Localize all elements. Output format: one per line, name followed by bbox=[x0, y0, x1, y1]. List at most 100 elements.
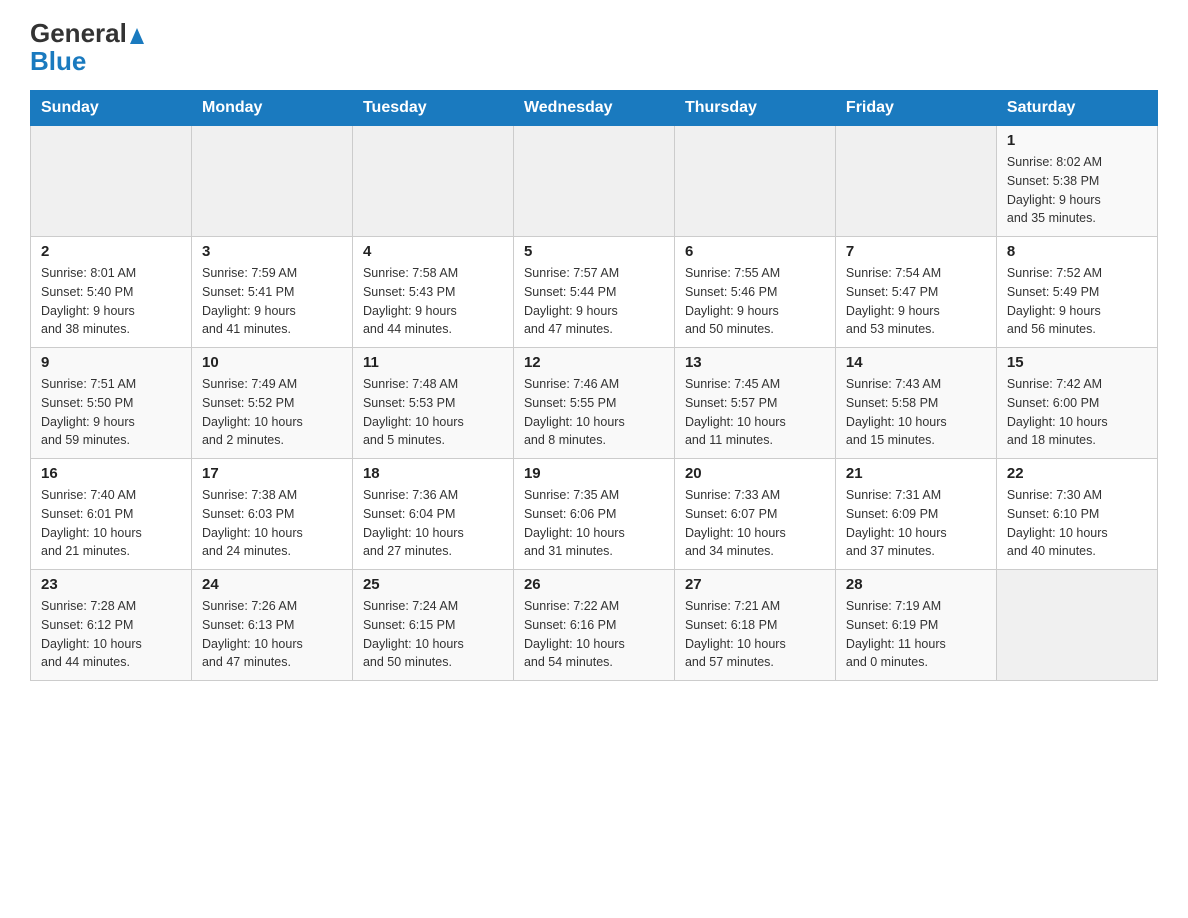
calendar-table: SundayMondayTuesdayWednesdayThursdayFrid… bbox=[30, 90, 1158, 681]
calendar-cell: 2 Sunrise: 8:01 AMSunset: 5:40 PMDaylight… bbox=[31, 237, 192, 348]
day-number: 6 bbox=[685, 243, 825, 260]
calendar-cell: 12 Sunrise: 7:46 AMSunset: 5:55 PMDayligh… bbox=[513, 348, 674, 459]
day-info: Sunrise: 7:28 AMSunset: 6:12 PMDaylight:… bbox=[41, 597, 181, 672]
calendar-cell: 18 Sunrise: 7:36 AMSunset: 6:04 PMDayligh… bbox=[352, 459, 513, 570]
calendar-cell bbox=[191, 126, 352, 237]
day-number: 21 bbox=[846, 465, 986, 482]
day-info: Sunrise: 7:26 AMSunset: 6:13 PMDaylight:… bbox=[202, 597, 342, 672]
calendar-cell: 11 Sunrise: 7:48 AMSunset: 5:53 PMDayligh… bbox=[352, 348, 513, 459]
day-number: 13 bbox=[685, 354, 825, 371]
day-info: Sunrise: 7:33 AMSunset: 6:07 PMDaylight:… bbox=[685, 486, 825, 561]
day-info: Sunrise: 7:40 AMSunset: 6:01 PMDaylight:… bbox=[41, 486, 181, 561]
calendar-cell: 10Sunrise: 7:49 AMSunset: 5:52 PMDayligh… bbox=[191, 348, 352, 459]
day-info: Sunrise: 7:49 AMSunset: 5:52 PMDaylight:… bbox=[202, 375, 342, 450]
day-number: 11 bbox=[363, 354, 503, 371]
day-info: Sunrise: 7:30 AMSunset: 6:10 PMDaylight:… bbox=[1007, 486, 1147, 561]
week-row-4: 16 Sunrise: 7:40 AMSunset: 6:01 PMDayligh… bbox=[31, 459, 1158, 570]
day-number: 25 bbox=[363, 576, 503, 593]
calendar-cell: 3 Sunrise: 7:59 AMSunset: 5:41 PMDaylight… bbox=[191, 237, 352, 348]
weekday-header-row: SundayMondayTuesdayWednesdayThursdayFrid… bbox=[31, 91, 1158, 126]
calendar-cell: 17Sunrise: 7:38 AMSunset: 6:03 PMDayligh… bbox=[191, 459, 352, 570]
day-number: 18 bbox=[363, 465, 503, 482]
calendar-cell bbox=[513, 126, 674, 237]
calendar-cell: 8 Sunrise: 7:52 AMSunset: 5:49 PMDaylight… bbox=[996, 237, 1157, 348]
page-header: General Blue bbox=[30, 20, 1158, 74]
calendar-cell: 4 Sunrise: 7:58 AMSunset: 5:43 PMDaylight… bbox=[352, 237, 513, 348]
calendar-cell bbox=[996, 570, 1157, 681]
day-info: Sunrise: 7:48 AMSunset: 5:53 PMDaylight:… bbox=[363, 375, 503, 450]
calendar-cell bbox=[31, 126, 192, 237]
day-info: Sunrise: 7:51 AMSunset: 5:50 PMDaylight:… bbox=[41, 375, 181, 450]
day-info: Sunrise: 7:54 AMSunset: 5:47 PMDaylight:… bbox=[846, 264, 986, 339]
day-number: 12 bbox=[524, 354, 664, 371]
week-row-2: 2 Sunrise: 8:01 AMSunset: 5:40 PMDaylight… bbox=[31, 237, 1158, 348]
calendar-cell: 24 Sunrise: 7:26 AMSunset: 6:13 PMDayligh… bbox=[191, 570, 352, 681]
day-number: 22 bbox=[1007, 465, 1147, 482]
day-info: Sunrise: 7:38 AMSunset: 6:03 PMDaylight:… bbox=[202, 486, 342, 561]
day-info: Sunrise: 7:19 AMSunset: 6:19 PMDaylight:… bbox=[846, 597, 986, 672]
calendar-cell bbox=[352, 126, 513, 237]
day-number: 5 bbox=[524, 243, 664, 260]
day-number: 14 bbox=[846, 354, 986, 371]
day-number: 2 bbox=[41, 243, 181, 260]
calendar-cell: 15Sunrise: 7:42 AMSunset: 6:00 PMDayligh… bbox=[996, 348, 1157, 459]
weekday-header-tuesday: Tuesday bbox=[352, 91, 513, 126]
day-number: 26 bbox=[524, 576, 664, 593]
day-number: 3 bbox=[202, 243, 342, 260]
day-number: 28 bbox=[846, 576, 986, 593]
day-number: 19 bbox=[524, 465, 664, 482]
weekday-header-thursday: Thursday bbox=[674, 91, 835, 126]
day-info: Sunrise: 7:57 AMSunset: 5:44 PMDaylight:… bbox=[524, 264, 664, 339]
day-number: 7 bbox=[846, 243, 986, 260]
day-number: 1 bbox=[1007, 132, 1147, 149]
calendar-cell: 1 Sunrise: 8:02 AMSunset: 5:38 PMDaylight… bbox=[996, 126, 1157, 237]
day-info: Sunrise: 8:01 AMSunset: 5:40 PMDaylight:… bbox=[41, 264, 181, 339]
day-number: 27 bbox=[685, 576, 825, 593]
calendar-cell bbox=[835, 126, 996, 237]
weekday-header-saturday: Saturday bbox=[996, 91, 1157, 126]
calendar-cell: 26 Sunrise: 7:22 AMSunset: 6:16 PMDayligh… bbox=[513, 570, 674, 681]
logo: General Blue bbox=[30, 20, 144, 74]
day-info: Sunrise: 7:46 AMSunset: 5:55 PMDaylight:… bbox=[524, 375, 664, 450]
day-number: 23 bbox=[41, 576, 181, 593]
calendar-cell: 27 Sunrise: 7:21 AMSunset: 6:18 PMDayligh… bbox=[674, 570, 835, 681]
calendar-cell: 21Sunrise: 7:31 AMSunset: 6:09 PMDayligh… bbox=[835, 459, 996, 570]
day-info: Sunrise: 7:36 AMSunset: 6:04 PMDaylight:… bbox=[363, 486, 503, 561]
day-info: Sunrise: 7:35 AMSunset: 6:06 PMDaylight:… bbox=[524, 486, 664, 561]
calendar-cell: 28 Sunrise: 7:19 AMSunset: 6:19 PMDayligh… bbox=[835, 570, 996, 681]
day-number: 4 bbox=[363, 243, 503, 260]
week-row-1: 1 Sunrise: 8:02 AMSunset: 5:38 PMDaylight… bbox=[31, 126, 1158, 237]
calendar-cell: 20Sunrise: 7:33 AMSunset: 6:07 PMDayligh… bbox=[674, 459, 835, 570]
day-info: Sunrise: 7:52 AMSunset: 5:49 PMDaylight:… bbox=[1007, 264, 1147, 339]
week-row-5: 23 Sunrise: 7:28 AMSunset: 6:12 PMDayligh… bbox=[31, 570, 1158, 681]
weekday-header-friday: Friday bbox=[835, 91, 996, 126]
weekday-header-sunday: Sunday bbox=[31, 91, 192, 126]
day-number: 8 bbox=[1007, 243, 1147, 260]
day-info: Sunrise: 7:42 AMSunset: 6:00 PMDaylight:… bbox=[1007, 375, 1147, 450]
day-info: Sunrise: 7:58 AMSunset: 5:43 PMDaylight:… bbox=[363, 264, 503, 339]
calendar-cell: 25 Sunrise: 7:24 AMSunset: 6:15 PMDayligh… bbox=[352, 570, 513, 681]
logo-general-text: General bbox=[30, 20, 144, 48]
day-info: Sunrise: 7:21 AMSunset: 6:18 PMDaylight:… bbox=[685, 597, 825, 672]
calendar-cell: 7 Sunrise: 7:54 AMSunset: 5:47 PMDaylight… bbox=[835, 237, 996, 348]
calendar-cell: 23 Sunrise: 7:28 AMSunset: 6:12 PMDayligh… bbox=[31, 570, 192, 681]
day-info: Sunrise: 7:43 AMSunset: 5:58 PMDaylight:… bbox=[846, 375, 986, 450]
calendar-cell: 22 Sunrise: 7:30 AMSunset: 6:10 PMDayligh… bbox=[996, 459, 1157, 570]
weekday-header-monday: Monday bbox=[191, 91, 352, 126]
calendar-cell: 16 Sunrise: 7:40 AMSunset: 6:01 PMDayligh… bbox=[31, 459, 192, 570]
day-info: Sunrise: 8:02 AMSunset: 5:38 PMDaylight:… bbox=[1007, 153, 1147, 228]
day-info: Sunrise: 7:24 AMSunset: 6:15 PMDaylight:… bbox=[363, 597, 503, 672]
day-number: 9 bbox=[41, 354, 181, 371]
calendar-cell: 13 Sunrise: 7:45 AMSunset: 5:57 PMDayligh… bbox=[674, 348, 835, 459]
weekday-header-wednesday: Wednesday bbox=[513, 91, 674, 126]
day-info: Sunrise: 7:59 AMSunset: 5:41 PMDaylight:… bbox=[202, 264, 342, 339]
day-info: Sunrise: 7:55 AMSunset: 5:46 PMDaylight:… bbox=[685, 264, 825, 339]
calendar-cell: 6 Sunrise: 7:55 AMSunset: 5:46 PMDaylight… bbox=[674, 237, 835, 348]
calendar-cell: 14 Sunrise: 7:43 AMSunset: 5:58 PMDayligh… bbox=[835, 348, 996, 459]
day-number: 16 bbox=[41, 465, 181, 482]
calendar-cell bbox=[674, 126, 835, 237]
day-number: 24 bbox=[202, 576, 342, 593]
day-info: Sunrise: 7:45 AMSunset: 5:57 PMDaylight:… bbox=[685, 375, 825, 450]
calendar-cell: 19 Sunrise: 7:35 AMSunset: 6:06 PMDayligh… bbox=[513, 459, 674, 570]
day-info: Sunrise: 7:22 AMSunset: 6:16 PMDaylight:… bbox=[524, 597, 664, 672]
